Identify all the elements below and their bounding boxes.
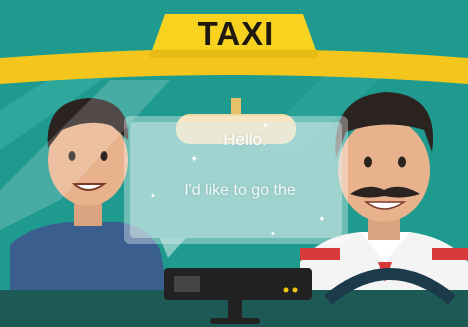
taximeter-stand	[228, 300, 242, 320]
driver-eye-left	[364, 156, 372, 168]
taxi-sign-label: TAXI	[197, 15, 275, 52]
driver-epaulette-left	[300, 248, 340, 260]
bubble-greeting: Hello.	[223, 130, 267, 149]
taximeter-foot	[210, 318, 260, 324]
taximeter-grill	[174, 276, 200, 292]
sparkle-icon: ✦	[262, 121, 269, 130]
taximeter-light-1	[283, 287, 289, 293]
taximeter-light-2	[292, 287, 298, 293]
driver-epaulette-right	[432, 248, 468, 260]
bubble-request: I'd like to go the	[184, 182, 296, 199]
sparkle-icon: ✦	[318, 215, 326, 225]
sparkle-icon: ✦	[270, 230, 276, 238]
driver-eye-right	[398, 156, 406, 168]
sparkle-icon: ✦	[190, 154, 198, 165]
taxi-illustration: ✦ ✦ ✦ ✦ ✦ TAXI Hello. I'd like to go the	[0, 0, 468, 327]
